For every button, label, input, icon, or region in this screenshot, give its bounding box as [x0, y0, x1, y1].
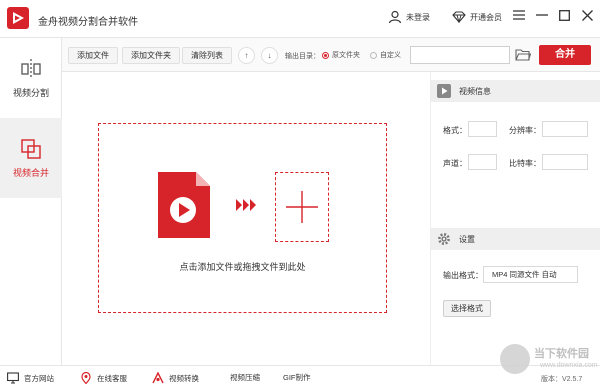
watermark-circle-icon	[500, 344, 530, 374]
video-info-header: 视频信息	[431, 80, 600, 102]
output-format-field[interactable]: MP4 同源文件 自动	[483, 266, 578, 283]
watermark-logo: 当下软件园 www.downxia.com	[500, 340, 598, 380]
bitrate-field	[542, 154, 588, 170]
video-file-icon	[158, 172, 210, 238]
watermark-url: www.downxia.com	[540, 362, 598, 369]
maximize-icon	[558, 9, 570, 21]
login-link[interactable]: 未登录	[388, 6, 430, 28]
watermark-text: 当下软件园	[534, 348, 589, 360]
move-down-button[interactable]: ↓	[261, 47, 278, 64]
panel-divider	[430, 72, 431, 365]
folder-icon[interactable]	[515, 48, 531, 61]
minimize-icon	[536, 14, 548, 16]
maximize-button[interactable]	[555, 6, 573, 24]
merge-icon	[21, 138, 41, 159]
sidebar-item-label: 视频合并	[12, 167, 49, 178]
add-file-button[interactable]: 添加文件	[68, 47, 118, 64]
clear-list-button[interactable]: 清除列表	[182, 47, 232, 64]
radio-source-folder[interactable]: 原文件夹	[322, 50, 360, 60]
official-site-link[interactable]: 官方网站	[7, 372, 54, 384]
menu-button[interactable]	[510, 6, 528, 24]
gear-icon	[438, 233, 450, 245]
merge-button[interactable]: 合并	[539, 45, 591, 65]
sidebar: 视频分割 视频合并	[0, 38, 62, 365]
resolution-label: 分辨率：	[509, 126, 541, 135]
close-button[interactable]	[578, 6, 596, 24]
gif-maker-link[interactable]: GIF制作	[283, 372, 311, 383]
drop-zone[interactable]: 点击添加文件或拖拽文件到此处	[98, 123, 387, 313]
video-convert-label: 视频转换	[169, 373, 199, 383]
login-label: 未登录	[406, 12, 430, 22]
format-field	[468, 121, 497, 137]
radio-unchecked-icon	[370, 51, 377, 59]
online-support-link[interactable]: 在线客服	[80, 372, 127, 384]
video-compress-link[interactable]: 视频压缩	[230, 372, 260, 383]
title-bar: 金舟视频分割合并软件 未登录 开通会员	[0, 0, 600, 38]
radio-source-label: 原文件夹	[332, 52, 360, 59]
channel-field	[468, 154, 497, 170]
minimize-button[interactable]	[533, 6, 551, 24]
gif-maker-label: GIF制作	[283, 373, 311, 382]
format-label: 格式：	[443, 126, 467, 135]
output-path-input[interactable]	[410, 46, 510, 64]
plus-icon	[286, 191, 318, 223]
video-play-icon	[437, 84, 451, 98]
toolbar: 添加文件 添加文件夹 清除列表 ↑ ↓ 输出目录： 原文件夹 自定义 合并	[62, 38, 600, 72]
settings-header: 设置	[431, 228, 600, 250]
app-logo-icon	[7, 7, 29, 29]
add-folder-button[interactable]: 添加文件夹	[122, 47, 180, 64]
output-dir-label: 输出目录：	[285, 53, 320, 60]
diamond-icon	[452, 11, 466, 23]
drop-hint: 点击添加文件或拖拽文件到此处	[179, 262, 306, 272]
official-site-label: 官方网站	[24, 373, 54, 383]
monitor-icon	[7, 372, 19, 384]
vip-link[interactable]: 开通会员	[452, 6, 502, 28]
close-icon	[581, 9, 593, 21]
hamburger-icon	[513, 10, 525, 20]
video-info-title: 视频信息	[459, 86, 491, 96]
channel-label: 声道：	[443, 159, 467, 168]
radio-custom-label: 自定义	[380, 52, 401, 59]
radio-custom[interactable]: 自定义	[370, 50, 401, 60]
sidebar-item-split[interactable]: 视频分割	[0, 38, 62, 118]
bitrate-label: 比特率：	[509, 159, 541, 168]
triple-arrow-icon	[236, 199, 256, 211]
sidebar-item-label: 视频分割	[12, 87, 49, 98]
select-format-button[interactable]: 选择格式	[443, 300, 491, 317]
output-format-label: 输出格式：	[443, 271, 483, 280]
online-support-label: 在线客服	[97, 373, 127, 383]
vip-label: 开通会员	[470, 12, 502, 22]
sidebar-item-merge[interactable]: 视频合并	[0, 118, 62, 198]
location-pin-icon	[81, 372, 91, 384]
radio-checked-icon	[322, 51, 329, 59]
convert-icon	[152, 372, 164, 384]
arrow-down-icon: ↓	[267, 51, 272, 60]
video-convert-link[interactable]: 视频转换	[152, 372, 199, 384]
settings-title: 设置	[459, 234, 475, 244]
arrow-up-icon: ↑	[244, 51, 249, 60]
split-icon	[21, 58, 41, 79]
move-up-button[interactable]: ↑	[238, 47, 255, 64]
resolution-field	[542, 121, 588, 137]
add-file-box[interactable]	[275, 172, 329, 242]
video-compress-label: 视频压缩	[230, 373, 260, 382]
user-icon	[388, 10, 402, 24]
app-title: 金舟视频分割合并软件	[38, 17, 138, 28]
